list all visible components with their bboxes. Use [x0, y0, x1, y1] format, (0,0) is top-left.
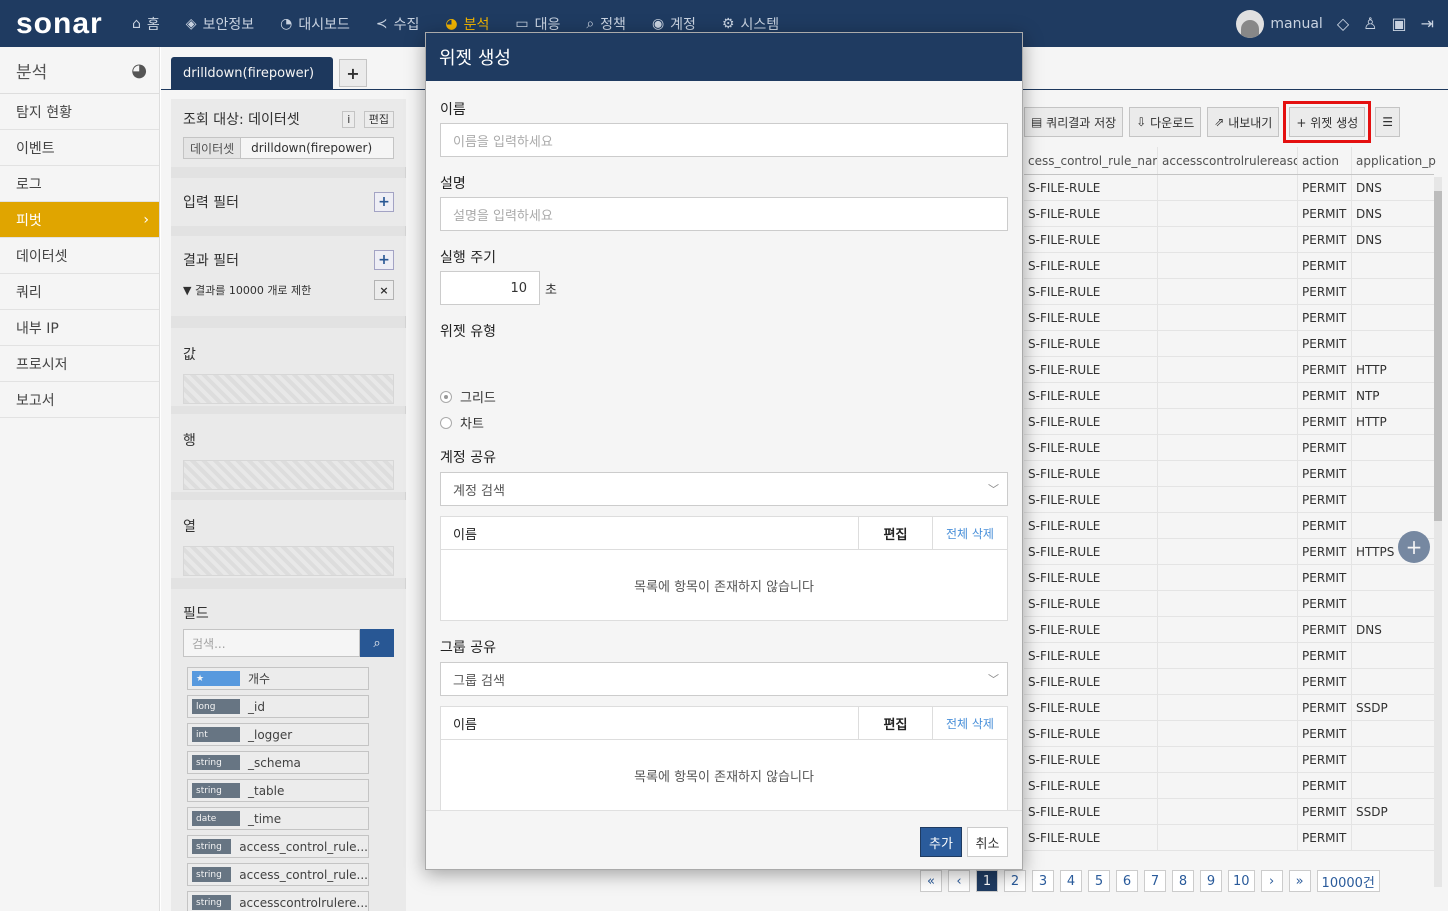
- nav-item-label: 정책: [600, 16, 626, 33]
- pie-chart-icon: ◕: [131, 59, 147, 81]
- interval-unit: 초: [545, 283, 557, 298]
- nav-item-0[interactable]: ⌂ 홈: [132, 14, 160, 34]
- nav-item-1[interactable]: ◈ 보안정보: [186, 14, 254, 34]
- name-label: 이름: [440, 102, 466, 118]
- nav-item-2[interactable]: ◔ 대시보드: [280, 14, 350, 34]
- user-area: manual ◇ ♙ ▣ ⇥: [1236, 0, 1434, 47]
- name-input[interactable]: 이름을 입력하세요: [440, 123, 1008, 157]
- account-share-label: 계정 공유: [440, 450, 496, 466]
- sidebar-item-1[interactable]: 이벤트: [0, 130, 159, 166]
- lock-icon[interactable]: ▣: [1391, 14, 1406, 33]
- nav-item-6[interactable]: ⌕ 정책: [586, 14, 626, 34]
- logout-icon[interactable]: ⇥: [1421, 14, 1434, 33]
- account-col-edit: 편집: [858, 517, 932, 549]
- description-input[interactable]: 설명을 입력하세요: [440, 197, 1008, 231]
- sidebar-title: 분석: [16, 62, 48, 83]
- page-button[interactable]: 5: [1088, 870, 1110, 892]
- tag-icon[interactable]: ◇: [1337, 14, 1349, 33]
- interval-input[interactable]: 10: [440, 271, 540, 305]
- create-widget-modal: 위젯 생성 이름 이름을 입력하세요 설명 설명을 입력하세요 실행 주기 10…: [425, 32, 1023, 870]
- nav-item-label: 분석: [463, 16, 490, 33]
- account-empty-message: 목록에 항목이 존재하지 않습니다: [634, 579, 814, 595]
- dashboard-icon: ◔: [280, 15, 293, 32]
- nav-item-7[interactable]: ◉ 계정: [652, 14, 696, 34]
- total-count-select[interactable]: 10000건: [1316, 870, 1380, 892]
- sidebar-item-3[interactable]: 피벗: [0, 202, 159, 238]
- page-button[interactable]: 3: [1032, 870, 1054, 892]
- page-button[interactable]: 9: [1200, 870, 1222, 892]
- page-button[interactable]: 1: [976, 870, 998, 892]
- group-share-label: 그룹 공유: [440, 640, 496, 656]
- prev-page-button[interactable]: ‹: [948, 870, 970, 892]
- group-share-table: 이름 편집 전체 삭제 목록에 항목이 존재하지 않습니다: [440, 706, 1008, 811]
- nav-item-label: 대시보드: [298, 16, 350, 33]
- sidebar-item-6[interactable]: 내부 IP: [0, 310, 159, 346]
- nav-item-label: 보안정보: [202, 16, 255, 33]
- user-circle-icon: ◉: [651, 15, 665, 32]
- nav-item-5[interactable]: ▭ 대응: [515, 14, 560, 34]
- sonar-logo[interactable]: sonar: [16, 7, 120, 41]
- widget-type-grid-radio[interactable]: 그리드: [440, 387, 496, 406]
- group-col-edit: 편집: [858, 707, 932, 739]
- main-nav: ⌂ 홈 ◈ 보안정보 ◔ 대시보드 ≺ 수집 ◕ 분석 ▭ 대응 ⌕ 정책 ◉ 계정 ⚙ 시스템: [132, 14, 805, 34]
- group-col-name: 이름: [453, 717, 477, 733]
- next-page-button[interactable]: ›: [1260, 870, 1283, 892]
- nav-item-8[interactable]: ⚙ 시스템: [722, 14, 779, 34]
- group-delete-all-button[interactable]: 전체 삭제: [932, 707, 1007, 739]
- account-delete-all-button[interactable]: 전체 삭제: [932, 517, 1007, 549]
- sidebar-menu: 탐지 현황이벤트로그피벗데이터셋쿼리내부 IP프로시저보고서: [0, 94, 159, 418]
- interval-label: 실행 주기: [440, 250, 496, 266]
- nav-item-label: 대응: [534, 16, 561, 33]
- home-icon: ⌂: [132, 15, 141, 32]
- cancel-button[interactable]: 취소: [967, 827, 1008, 857]
- shield-icon: ◈: [185, 15, 197, 32]
- sidebar-item-4[interactable]: 데이터셋: [0, 238, 159, 274]
- last-page-button[interactable]: »: [1288, 870, 1311, 892]
- nav-item-label: 계정: [670, 16, 696, 33]
- page-button[interactable]: 6: [1116, 870, 1138, 892]
- account-col-name: 이름: [453, 527, 477, 543]
- account-share-table: 이름 편집 전체 삭제 목록에 항목이 존재하지 않습니다: [440, 516, 1008, 621]
- search-icon: ⌕: [586, 15, 595, 32]
- pagination: « ‹ 1 2 3 4 5 6 7 8 9 10 ›» 10000건: [920, 870, 1380, 892]
- nav-item-label: 수집: [393, 16, 420, 33]
- monitor-icon: ▭: [515, 15, 529, 32]
- chevron-down-icon: ﹀: [988, 483, 999, 496]
- page-button[interactable]: 2: [1004, 870, 1026, 892]
- add-button[interactable]: 추가: [920, 827, 962, 857]
- nav-item-3[interactable]: ≺ 수집: [376, 14, 420, 34]
- share-icon: ≺: [375, 15, 388, 32]
- username[interactable]: manual: [1270, 16, 1322, 32]
- nav-item-label: 홈: [146, 16, 160, 33]
- gear-icon: ⚙: [721, 15, 735, 32]
- page-button[interactable]: 10: [1228, 870, 1255, 892]
- sidebar-item-8[interactable]: 보고서: [0, 382, 159, 418]
- widget-type-chart-radio[interactable]: 차트: [440, 413, 484, 432]
- nav-item-label: 시스템: [740, 16, 780, 33]
- sidebar-item-0[interactable]: 탐지 현황: [0, 94, 159, 130]
- modal-title: 위젯 생성: [426, 33, 1022, 81]
- page-button[interactable]: 4: [1060, 870, 1082, 892]
- sidebar: 분석 ◕ 탐지 현황이벤트로그피벗데이터셋쿼리내부 IP프로시저보고서: [0, 47, 160, 911]
- sidebar-item-5[interactable]: 쿼리: [0, 274, 159, 310]
- sidebar-item-7[interactable]: 프로시저: [0, 346, 159, 382]
- pie-chart-icon: ◕: [445, 15, 458, 32]
- nav-item-4[interactable]: ◕ 분석: [445, 14, 489, 34]
- account-search-select[interactable]: 계정 검색 ﹀: [440, 472, 1008, 506]
- widget-type-label: 위젯 유형: [440, 324, 496, 340]
- first-page-button[interactable]: «: [920, 870, 942, 892]
- sidebar-item-2[interactable]: 로그: [0, 166, 159, 202]
- group-search-select[interactable]: 그룹 검색 ﹀: [440, 662, 1008, 696]
- sidebar-header: 분석 ◕: [0, 47, 159, 94]
- modal-footer: 추가 취소: [426, 810, 1022, 870]
- page-button[interactable]: 7: [1144, 870, 1166, 892]
- description-label: 설명: [440, 176, 466, 192]
- group-empty-message: 목록에 항목이 존재하지 않습니다: [634, 769, 814, 785]
- page-button[interactable]: 8: [1172, 870, 1194, 892]
- avatar[interactable]: [1236, 9, 1265, 38]
- chevron-down-icon: ﹀: [988, 673, 999, 686]
- user-icon[interactable]: ♙: [1363, 14, 1377, 33]
